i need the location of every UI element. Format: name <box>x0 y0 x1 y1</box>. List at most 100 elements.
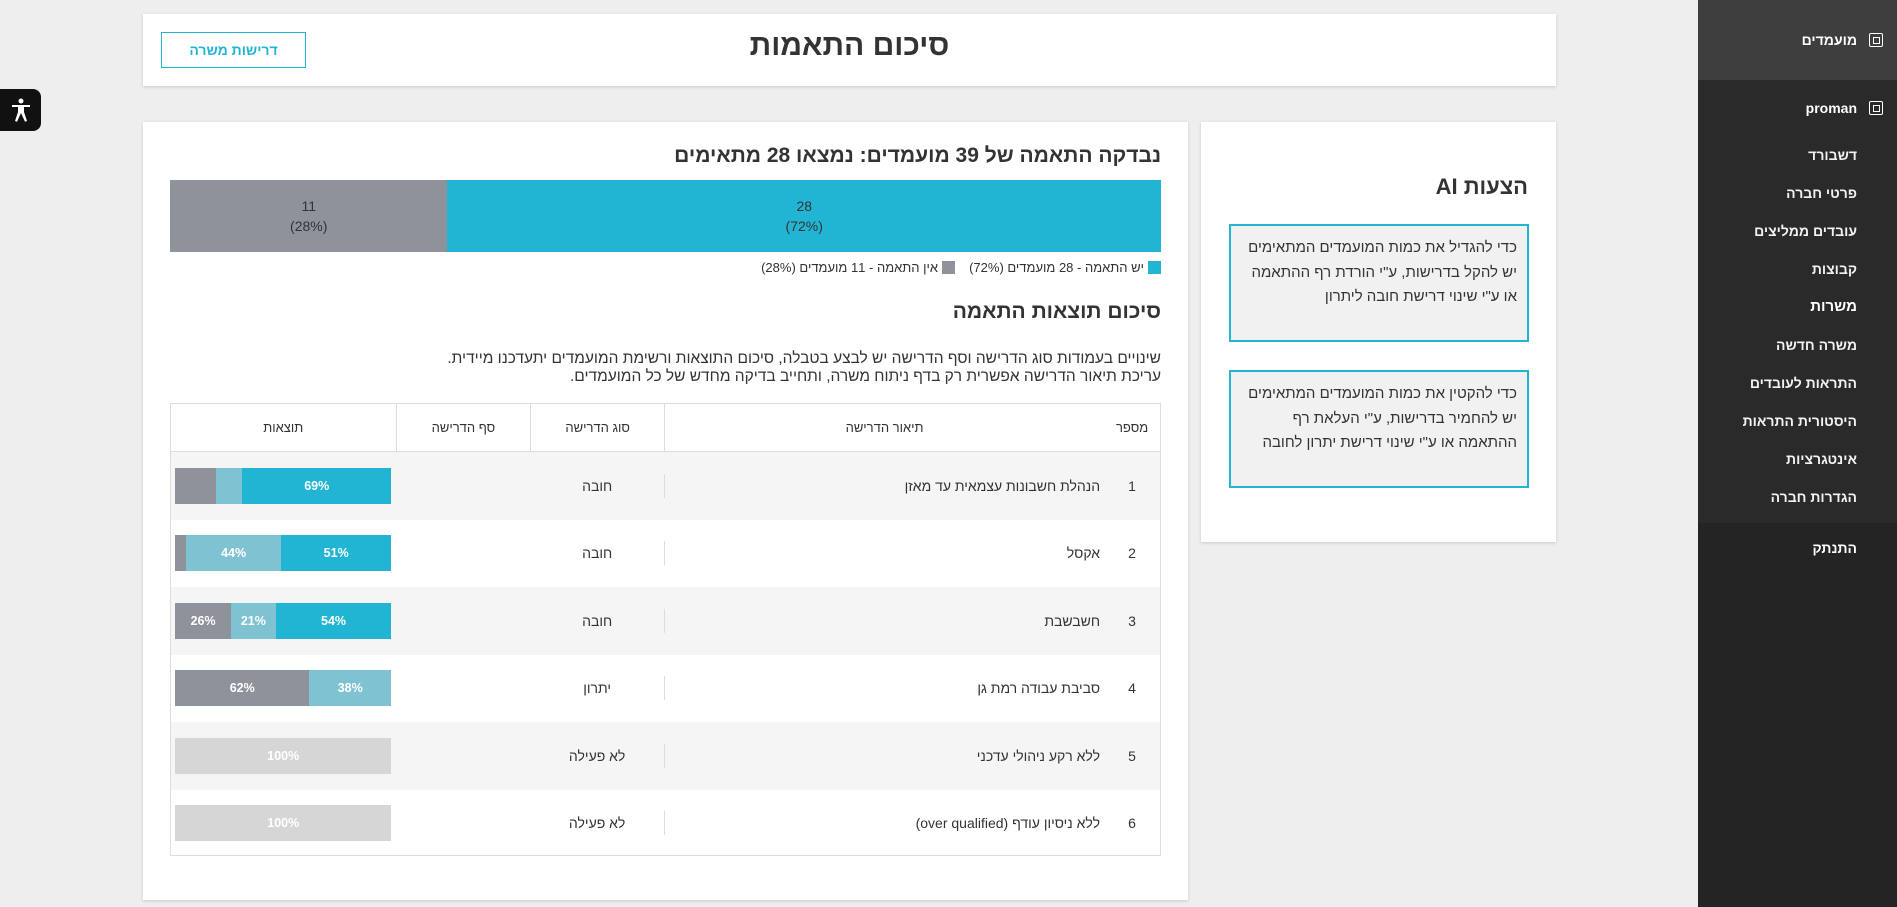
results-segment: 38% <box>309 670 392 707</box>
row-results: 44% 51% <box>171 520 396 588</box>
row-number: 5 <box>1128 747 1136 764</box>
ai-suggestions-card: הצעות AI כדי להגדיל את כמות המועמדים המת… <box>1201 122 1556 542</box>
results-bar: 26% 21% 54% <box>175 602 392 639</box>
sidebar-footer: התנתק <box>1698 523 1897 907</box>
table-row: 3 חשבשבת חובה 26% 21% 54% <box>171 587 1160 655</box>
sidebar-item-9[interactable]: הגדרות חברה <box>1698 478 1857 516</box>
row-threshold[interactable] <box>396 655 531 723</box>
row-type-select[interactable]: יתרון <box>530 676 665 701</box>
row-type-select[interactable]: חובה <box>530 608 665 633</box>
row-number: 1 <box>1128 477 1136 494</box>
results-bar: 44% 51% <box>175 535 392 572</box>
accessibility-icon <box>11 98 30 122</box>
legend-matched: יש התאמה - 28 מועמדים (72%) <box>969 260 1161 275</box>
unmatched-count: 11 <box>301 198 316 214</box>
row-threshold[interactable] <box>396 587 531 655</box>
matched-pct: (72%) <box>785 218 823 234</box>
row-type-select[interactable]: לא פעילה <box>530 811 665 836</box>
table-row: 1 הנהלת חשבונות עצמאית עד מאזן חובה 69% <box>171 452 1160 520</box>
sidebar-item-5[interactable]: משרה חדשה <box>1698 326 1857 364</box>
legend-matched-label: יש התאמה - 28 מועמדים (72%) <box>969 260 1144 275</box>
ai-tip-increase: כדי להגדיל את כמות המועמדים המתאימים יש … <box>1229 224 1529 342</box>
table-header: מספר תיאור הדרישה סוג הדרישה סף הדרישה ת… <box>171 404 1160 452</box>
summary-description: שינויים בעמודות סוג הדרישה וסף הדרישה יש… <box>447 350 1161 386</box>
page-title: סיכום התאמות <box>749 29 950 62</box>
row-description: סביבת עבודה רמת גן <box>977 680 1101 697</box>
results-segment: 51% <box>281 535 392 572</box>
row-number: 6 <box>1128 815 1136 832</box>
summary-title: סיכום תוצאות התאמה <box>952 300 1161 323</box>
row-threshold[interactable] <box>396 722 531 790</box>
row-results: 69% <box>171 452 396 520</box>
accessibility-button[interactable] <box>0 89 41 131</box>
header-card: סיכום התאמות דרישות משרה <box>143 14 1556 86</box>
results-segment: 21% <box>230 602 276 639</box>
row-description: ללא רקע ניהולי עדכני <box>976 747 1101 764</box>
ai-title: הצעות AI <box>1435 174 1528 199</box>
sidebar-item-label: מועמדים <box>1801 32 1857 48</box>
results-bar: 62% 38% <box>175 670 392 707</box>
header-threshold: סף הדרישה <box>395 404 531 451</box>
summary-line-1: שינויים בעמודות סוג הדרישה וסף הדרישה יש… <box>447 350 1161 367</box>
row-threshold[interactable] <box>396 790 531 858</box>
header-results: תוצאות <box>263 420 304 435</box>
header-type: סוג הדרישה <box>530 404 665 451</box>
row-description: ללא ניסיון עודף (over qualified) <box>915 815 1101 832</box>
match-bar: 11 (28%) 28 (72%) <box>170 180 1161 252</box>
company-name: proman <box>1805 100 1857 116</box>
sidebar-item-candidates[interactable]: מועמדים <box>1698 0 1897 80</box>
row-results: 26% 21% 54% <box>171 587 396 655</box>
row-number: 4 <box>1128 680 1136 697</box>
sidebar-company[interactable]: proman <box>1698 80 1897 136</box>
matched-count: 28 <box>796 198 813 214</box>
results-segment: 69% <box>242 467 392 504</box>
results-segment: 44% <box>186 535 282 572</box>
row-threshold[interactable] <box>396 452 531 520</box>
row-type-select[interactable]: חובה <box>530 541 665 566</box>
legend-unmatched: אין התאמה - 11 מועמדים (28%) <box>761 260 956 275</box>
sidebar-item-0[interactable]: דשבורד <box>1698 136 1857 174</box>
header-num: מספר <box>1115 420 1149 435</box>
logout-link[interactable]: התנתק <box>1813 523 1857 573</box>
row-threshold[interactable] <box>396 520 531 588</box>
sidebar-item-8[interactable]: אינטגרציות <box>1698 440 1857 478</box>
sidebar-item-4[interactable]: משרות <box>1698 288 1857 326</box>
results-segment: 26% <box>175 602 231 639</box>
legend-swatch-unmatched <box>942 261 956 274</box>
row-type-select[interactable]: לא פעילה <box>530 743 665 768</box>
results-bar: 69% <box>175 467 392 504</box>
row-description: חשבשבת <box>1044 612 1101 629</box>
results-bar: 100% <box>175 737 392 774</box>
ai-tip-decrease: כדי להקטין את כמות המועמדים המתאימים יש … <box>1229 370 1529 488</box>
row-number: 2 <box>1128 545 1136 562</box>
sidebar-item-7[interactable]: היסטורית התראות <box>1698 402 1857 440</box>
table-row: 6 ללא ניסיון עודף (over qualified) לא פעיל… <box>171 790 1160 858</box>
legend-unmatched-label: אין התאמה - 11 מועמדים (28%) <box>761 260 939 275</box>
header-desc-label: תיאור הדרישה <box>845 420 924 435</box>
row-description: אקסל <box>1066 545 1101 562</box>
results-segment <box>175 535 187 572</box>
sidebar-item-2[interactable]: עובדים ממליצים <box>1698 212 1857 250</box>
sidebar: מועמדים proman דשבורד פרטי חברה עובדים ממל… <box>1698 0 1897 907</box>
results-segment <box>216 467 243 504</box>
results-segment: 62% <box>175 670 310 707</box>
table-row: 2 אקסל חובה 44% 51% <box>171 520 1160 588</box>
row-type-select[interactable]: חובה <box>530 473 665 498</box>
legend-swatch-matched <box>1148 261 1161 274</box>
matched-segment: 28 (72%) <box>447 180 1161 252</box>
results-segment: 100% <box>175 737 392 774</box>
sidebar-item-1[interactable]: פרטי חברה <box>1698 174 1857 212</box>
summary-line-2: עריכת תיאור הדרישה אפשרית רק בדף ניתוח מ… <box>569 368 1161 385</box>
results-segment: 100% <box>175 805 392 842</box>
sidebar-menu: דשבורד פרטי חברה עובדים ממליצים קבוצות משרות… <box>1698 136 1897 523</box>
table-row: 5 ללא רקע ניהולי עדכני לא פעילה 100% <box>171 722 1160 790</box>
job-requirements-button[interactable]: דרישות משרה <box>161 32 306 68</box>
row-results: 100% <box>171 722 396 790</box>
row-results: 100% <box>171 790 396 858</box>
sidebar-item-3[interactable]: קבוצות <box>1698 250 1857 288</box>
match-summary-card: נבדקה התאמה של 39 מועמדים: נמצאו 28 מתאי… <box>143 122 1188 900</box>
header-desc: תיאור הדרישה <box>665 404 1104 451</box>
building-icon <box>1869 101 1883 115</box>
sidebar-item-6[interactable]: התראות לעובדים <box>1698 364 1857 402</box>
match-legend: יש התאמה - 28 מועמדים (72%) אין התאמה - … <box>761 260 1161 275</box>
